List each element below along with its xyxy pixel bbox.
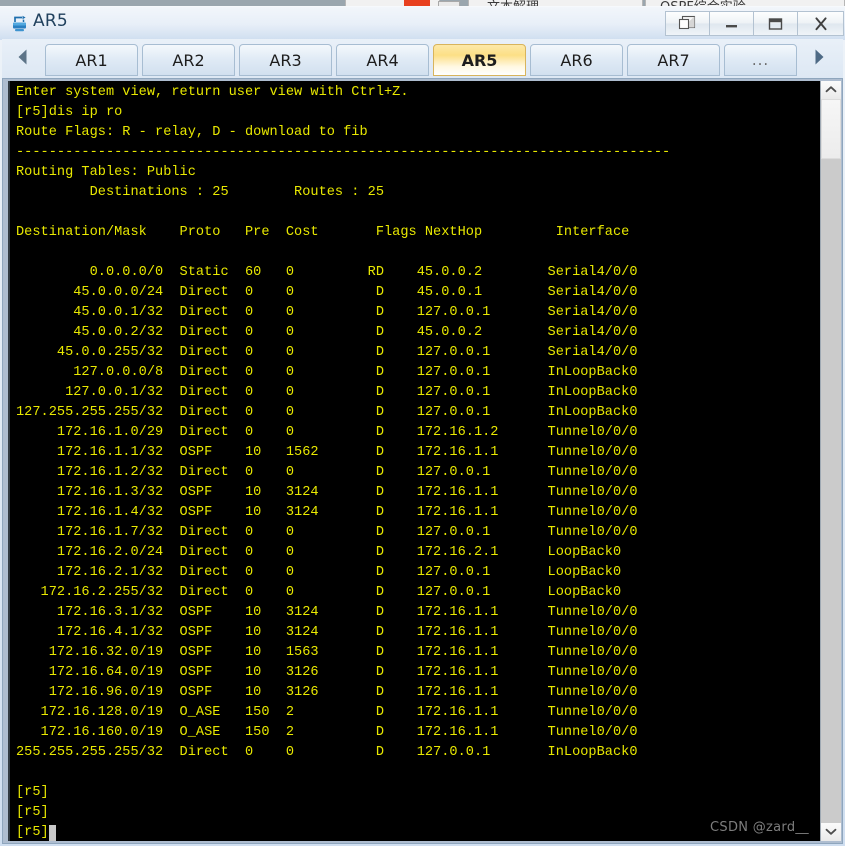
tab-ar2[interactable]: AR2 [142,44,235,76]
window-title: AR5 [33,11,68,31]
maximize-icon [767,17,784,31]
tab-label: AR3 [269,50,302,70]
scroll-down-button[interactable] [821,823,841,841]
right-arrow-icon [811,47,827,72]
terminal-frame: Enter system view, return user view with… [2,78,843,844]
tab-label: AR2 [172,50,205,70]
tab-ar5[interactable]: AR5 [433,44,526,76]
tab-label: AR5 [461,50,498,70]
tab-scroll-right-button[interactable] [802,43,836,75]
close-button[interactable] [797,11,844,36]
device-tab-strip: AR1 AR2 AR3 AR4 AR5 AR6 AR7 ... [2,39,843,78]
scrollbar-track[interactable] [821,159,841,823]
tab-ar1[interactable]: AR1 [45,44,138,76]
scroll-up-button[interactable] [821,81,841,99]
vertical-scrollbar[interactable] [820,81,841,841]
minimize-icon [723,17,740,30]
tab-ar7[interactable]: AR7 [627,44,720,76]
tab-label: AR4 [366,50,399,70]
left-arrow-icon [15,47,31,72]
restore-button[interactable] [665,11,709,36]
chevron-down-icon [825,823,837,841]
scrollbar-thumb[interactable] [821,99,841,159]
tab-label: ... [751,51,770,69]
minimize-button[interactable] [709,11,753,36]
tab-ar6[interactable]: AR6 [530,44,623,76]
tab-label: AR7 [657,50,690,70]
terminal-output-area[interactable]: Enter system view, return user view with… [8,81,821,841]
cascade-windows-icon [678,15,697,32]
close-icon [813,16,829,32]
title-bar: AR5 [0,6,845,40]
console-text: Enter system view, return user view with… [16,85,671,840]
watermark: CSDN @zard__ [710,820,809,835]
tab-label: AR1 [75,50,108,70]
maximize-button[interactable] [753,11,797,36]
tab-scroll-left-button[interactable] [6,43,40,75]
tab-ar4[interactable]: AR4 [336,44,429,76]
tab-ar3[interactable]: AR3 [239,44,332,76]
ar5-console-window: AR5 AR1 AR2 AR3 AR4 AR5 AR6 AR7 ... Ente… [0,6,845,846]
router-icon [10,14,29,33]
tab-overflow[interactable]: ... [724,44,797,76]
text-cursor [48,825,56,841]
tab-label: AR6 [560,50,593,70]
chevron-up-icon [825,81,837,99]
